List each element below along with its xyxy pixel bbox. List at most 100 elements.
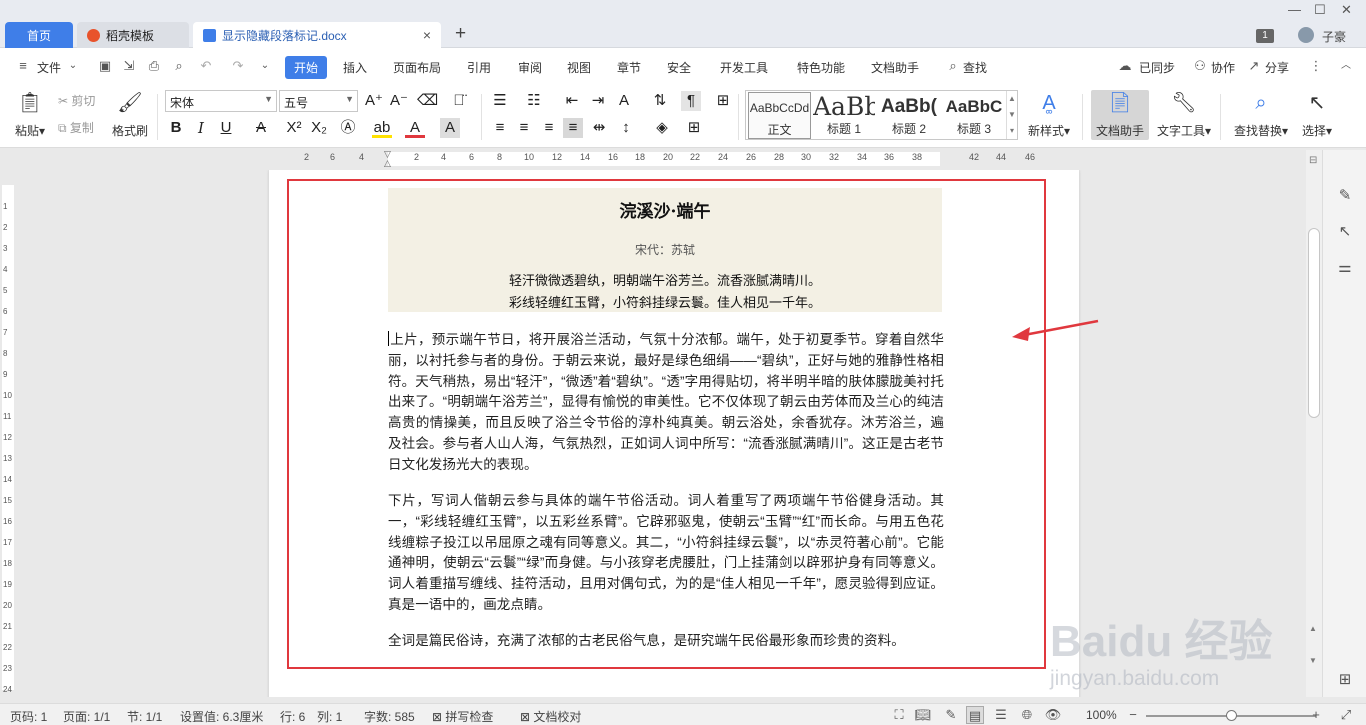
tab-daoke-templates[interactable]: 稻壳模板 bbox=[77, 22, 189, 48]
search-icon[interactable]: ⌕ bbox=[946, 59, 960, 73]
tab-document[interactable]: 显示隐藏段落标记.docx × bbox=[193, 22, 441, 48]
zoom-slider-knob[interactable] bbox=[1226, 710, 1237, 721]
status-setting[interactable]: 设置值: 6.3厘米 bbox=[180, 708, 263, 725]
vertical-ruler[interactable]: 1 2 3 4 5 6 7 8 9 10 11 12 13 14 15 16 17 18 19 20 21 22 23 24 bbox=[0, 175, 16, 695]
window-close-icon[interactable]: ✕ bbox=[1341, 2, 1352, 18]
clear-format-icon[interactable]: ⌫ bbox=[417, 91, 438, 111]
style-heading-3[interactable]: AaBbC 标题 3 bbox=[943, 92, 1005, 139]
minimize-icon[interactable]: — bbox=[1288, 2, 1301, 17]
file-dropdown-icon[interactable]: ⌄ bbox=[66, 59, 80, 73]
scroll-down-icon[interactable]: ▼ bbox=[1309, 656, 1317, 665]
print-icon[interactable]: ⎙ bbox=[147, 59, 161, 73]
format-painter-button[interactable]: 🖌︎ 格式刷 bbox=[108, 90, 152, 139]
status-word-count[interactable]: 字数: 585 bbox=[364, 708, 415, 725]
indent-marker-icon[interactable]: ▽ △ bbox=[384, 150, 393, 170]
bold-icon[interactable]: B bbox=[166, 118, 186, 138]
new-tab-button[interactable]: + bbox=[455, 23, 466, 45]
find-replace-button[interactable]: ⌕ 查找替换▾ bbox=[1232, 90, 1290, 139]
tab-home[interactable]: 首页 bbox=[5, 22, 73, 48]
decrease-indent-icon[interactable]: ⇤ bbox=[562, 91, 582, 111]
numbered-list-icon[interactable]: ☷ bbox=[524, 91, 544, 111]
pointer-icon[interactable]: ↖ bbox=[1336, 222, 1354, 240]
pen-mode-icon[interactable]: ✎ bbox=[942, 706, 960, 724]
fit-page-icon[interactable]: ⤢ bbox=[1337, 706, 1355, 724]
menu-tab-review[interactable]: 审阅 bbox=[518, 59, 542, 76]
page-count-badge[interactable]: 1 bbox=[1256, 29, 1274, 43]
select-button[interactable]: ↖ 选择▾ bbox=[1297, 90, 1337, 139]
underline-icon[interactable]: U bbox=[216, 118, 236, 138]
menu-tab-layout[interactable]: 页面布局 bbox=[393, 59, 441, 76]
align-right-icon[interactable]: ≡ bbox=[539, 118, 559, 138]
subscript-icon[interactable]: X₂ bbox=[309, 118, 329, 138]
eye-protection-icon[interactable]: 👁︎ bbox=[1044, 706, 1062, 724]
new-style-button[interactable]: A͚ 新样式▾ bbox=[1026, 90, 1072, 139]
style-heading-1[interactable]: AaBb 标题 1 bbox=[813, 92, 875, 139]
user-avatar[interactable] bbox=[1298, 27, 1314, 43]
status-page[interactable]: 页码: 1 bbox=[10, 708, 47, 725]
bullet-list-icon[interactable]: ☰ bbox=[490, 91, 510, 111]
menu-tab-doc-assistant[interactable]: 文档助手 bbox=[871, 59, 919, 76]
share-button[interactable]: 分享 bbox=[1265, 59, 1289, 76]
style-heading-2[interactable]: AaBb( 标题 2 bbox=[877, 92, 941, 139]
style-gallery-scroll[interactable]: ▲ ▼ ▾ bbox=[1006, 91, 1017, 139]
doc-assistant-button[interactable]: 📄︎ 文档助手 bbox=[1091, 90, 1149, 140]
align-center-icon[interactable]: ≡ bbox=[514, 118, 534, 138]
redo-icon[interactable]: ↷ bbox=[231, 59, 245, 73]
menu-tab-section[interactable]: 章节 bbox=[617, 59, 641, 76]
table-icon[interactable]: ⊞ bbox=[713, 91, 733, 111]
grow-font-icon[interactable]: A⁺ bbox=[364, 91, 384, 111]
highlight-color-icon[interactable]: ab bbox=[372, 118, 392, 138]
menu-tab-features[interactable]: 特色功能 bbox=[797, 59, 845, 76]
menu-tab-view[interactable]: 视图 bbox=[567, 59, 591, 76]
font-size-select[interactable]: 五号 ▼ bbox=[279, 90, 358, 112]
doc-proofread-button[interactable]: ⊠ 文档校对 bbox=[520, 708, 581, 725]
menu-file[interactable]: 文件 bbox=[37, 59, 61, 76]
char-shading-icon[interactable]: A bbox=[440, 118, 460, 138]
export-icon[interactable]: ⇲ bbox=[122, 59, 136, 73]
menu-tab-security[interactable]: 安全 bbox=[667, 59, 691, 76]
tab-close-icon[interactable]: × bbox=[423, 27, 431, 43]
scrollbar-thumb[interactable] bbox=[1308, 228, 1320, 418]
split-icon[interactable]: ⊟ bbox=[1309, 155, 1317, 166]
cut-button[interactable]: ✂ 剪切 bbox=[58, 92, 95, 110]
style-normal[interactable]: AaBbCcDd 正文 bbox=[748, 92, 811, 139]
status-row[interactable]: 行: 6 bbox=[280, 708, 305, 725]
menu-tab-home[interactable]: 开始 bbox=[285, 56, 328, 79]
line-spacing-icon[interactable]: ↕ bbox=[616, 118, 636, 138]
page-view-icon[interactable]: ▤ bbox=[966, 706, 984, 724]
align-left-icon[interactable]: ≡ bbox=[490, 118, 510, 138]
borders-icon[interactable]: ⊞ bbox=[684, 118, 704, 138]
show-hide-marks-icon[interactable]: ¶ bbox=[681, 91, 701, 111]
menu-tab-references[interactable]: 引用 bbox=[467, 59, 491, 76]
chinese-layout-icon[interactable]: A bbox=[614, 91, 634, 111]
save-icon[interactable]: ▣ bbox=[98, 59, 112, 73]
strikethrough-icon[interactable]: A bbox=[251, 118, 271, 138]
paste-button[interactable]: 📋︎ 粘贴▾ bbox=[8, 90, 52, 139]
hamburger-menu-icon[interactable]: ≡ bbox=[16, 59, 30, 73]
shading-fill-icon[interactable]: ◈ bbox=[652, 118, 672, 138]
apps-grid-icon[interactable]: ⊞ bbox=[1336, 670, 1354, 688]
superscript-icon[interactable]: X² bbox=[284, 118, 304, 138]
copy-button[interactable]: ⧉ 复制 bbox=[58, 119, 94, 137]
collab-icon[interactable]: ⚇ bbox=[1193, 59, 1207, 73]
italic-icon[interactable]: I bbox=[191, 118, 211, 138]
cloud-sync-icon[interactable]: ☁ bbox=[1118, 59, 1132, 73]
fullscreen-icon[interactable]: ⛶ bbox=[890, 706, 908, 724]
print-preview-icon[interactable]: ⌕ bbox=[172, 59, 186, 73]
collab-button[interactable]: 协作 bbox=[1211, 59, 1235, 76]
maximize-icon[interactable]: ☐ bbox=[1314, 2, 1326, 18]
distributed-icon[interactable]: ⇹ bbox=[589, 118, 609, 138]
zoom-out-icon[interactable]: − bbox=[1124, 706, 1142, 724]
user-name[interactable]: 子豪 bbox=[1322, 28, 1346, 45]
shrink-font-icon[interactable]: A⁻ bbox=[389, 91, 409, 111]
text-effects-icon[interactable]: Ⓐ bbox=[338, 118, 358, 138]
undo-icon[interactable]: ↶ bbox=[199, 59, 213, 73]
share-icon[interactable]: ↗ bbox=[1247, 59, 1261, 73]
menu-tab-developer[interactable]: 开发工具 bbox=[720, 59, 768, 76]
menu-tab-insert[interactable]: 插入 bbox=[343, 59, 367, 76]
text-tools-button[interactable]: 🔧︎ 文字工具▾ bbox=[1155, 90, 1213, 139]
status-col[interactable]: 列: 1 bbox=[317, 708, 342, 725]
vertical-scrollbar[interactable]: ⊟ ▲ ▼ bbox=[1306, 150, 1322, 697]
spell-check-button[interactable]: ⊠ 拼写检查 bbox=[432, 708, 493, 725]
outline-view-icon[interactable]: ☰ bbox=[992, 706, 1010, 724]
